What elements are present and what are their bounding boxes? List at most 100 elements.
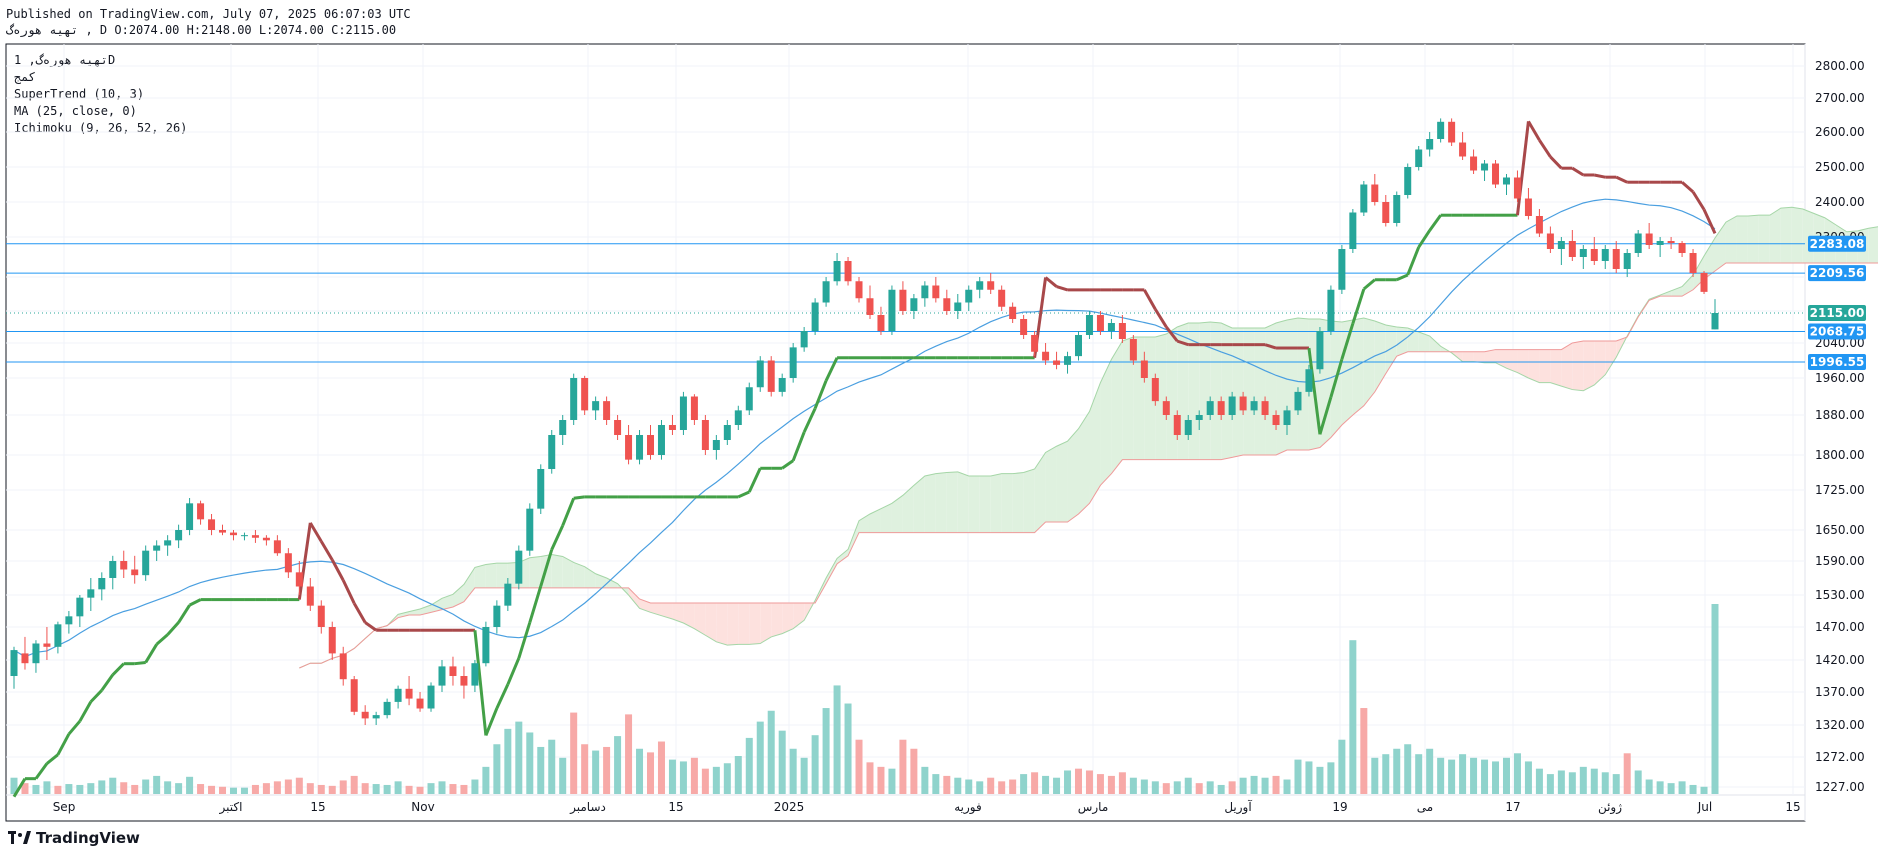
candle[interactable]: [1612, 241, 1620, 273]
candle[interactable]: [932, 277, 940, 303]
candle[interactable]: [954, 294, 962, 319]
candle[interactable]: [120, 550, 128, 578]
candle[interactable]: [1711, 299, 1719, 330]
candle[interactable]: [1470, 149, 1478, 175]
candle[interactable]: [679, 391, 687, 435]
candle[interactable]: [1338, 245, 1346, 294]
candle[interactable]: [976, 277, 984, 299]
candle[interactable]: [657, 420, 665, 460]
candle[interactable]: [701, 415, 709, 455]
candle[interactable]: [1118, 315, 1126, 343]
candle[interactable]: [427, 682, 435, 712]
candle[interactable]: [1360, 181, 1368, 216]
candle[interactable]: [899, 281, 907, 315]
candle[interactable]: [1492, 160, 1500, 188]
candle[interactable]: [350, 676, 358, 716]
candle[interactable]: [273, 535, 281, 556]
candle[interactable]: [1415, 146, 1423, 171]
candle[interactable]: [1382, 195, 1390, 227]
candle[interactable]: [1448, 118, 1456, 146]
candle[interactable]: [581, 375, 589, 415]
candles[interactable]: [10, 118, 1719, 725]
candle[interactable]: [767, 356, 775, 397]
candle[interactable]: [1546, 226, 1554, 254]
candle[interactable]: [1667, 237, 1675, 249]
candle[interactable]: [306, 578, 314, 611]
candle[interactable]: [1009, 302, 1017, 324]
candle[interactable]: [1601, 245, 1609, 269]
candle[interactable]: [1590, 237, 1598, 265]
candle[interactable]: [636, 430, 644, 465]
candle[interactable]: [1524, 188, 1532, 220]
candle[interactable]: [372, 711, 380, 725]
candle[interactable]: [734, 405, 742, 430]
candle[interactable]: [317, 600, 325, 634]
candle[interactable]: [800, 327, 808, 352]
candle[interactable]: [570, 373, 578, 425]
candle[interactable]: [394, 685, 402, 709]
candle[interactable]: [1502, 174, 1510, 195]
candle[interactable]: [603, 396, 611, 426]
candle[interactable]: [844, 257, 852, 286]
candle[interactable]: [987, 273, 995, 294]
candle[interactable]: [756, 356, 764, 392]
candle[interactable]: [76, 595, 84, 627]
candle[interactable]: [526, 503, 534, 556]
candle[interactable]: [1151, 373, 1159, 406]
candle[interactable]: [515, 545, 523, 590]
candle[interactable]: [449, 656, 457, 686]
candle[interactable]: [1064, 351, 1072, 374]
candle[interactable]: [175, 524, 183, 549]
candle[interactable]: [690, 394, 698, 425]
candle[interactable]: [888, 285, 896, 336]
candle[interactable]: [1107, 319, 1115, 339]
candle[interactable]: [1700, 271, 1708, 294]
candle[interactable]: [1053, 351, 1061, 370]
candle[interactable]: [153, 540, 161, 561]
candle[interactable]: [87, 578, 95, 611]
candle[interactable]: [1371, 174, 1379, 206]
candle[interactable]: [251, 530, 259, 543]
candle[interactable]: [1404, 163, 1412, 199]
candle[interactable]: [1393, 191, 1401, 227]
candle[interactable]: [1437, 118, 1445, 143]
candle[interactable]: [1020, 315, 1028, 339]
candle[interactable]: [548, 430, 556, 474]
candle[interactable]: [866, 285, 874, 320]
candle[interactable]: [493, 600, 501, 634]
candle[interactable]: [65, 611, 73, 634]
candle[interactable]: [482, 621, 490, 667]
candle[interactable]: [1085, 311, 1093, 339]
candle[interactable]: [592, 396, 600, 421]
candle[interactable]: [965, 285, 973, 312]
candle[interactable]: [460, 666, 468, 699]
candle[interactable]: [822, 277, 830, 307]
candle[interactable]: [833, 253, 841, 286]
candle[interactable]: [647, 425, 655, 460]
candle[interactable]: [614, 415, 622, 440]
candle[interactable]: [1426, 132, 1434, 157]
candle[interactable]: [1481, 160, 1489, 181]
candle[interactable]: [921, 281, 929, 307]
candle[interactable]: [559, 415, 567, 445]
candle[interactable]: [416, 692, 424, 712]
candle[interactable]: [262, 535, 270, 546]
candle[interactable]: [32, 640, 40, 673]
candle[interactable]: [723, 420, 731, 445]
candle[interactable]: [328, 621, 336, 660]
candle[interactable]: [1678, 241, 1686, 257]
candle[interactable]: [405, 676, 413, 706]
candle[interactable]: [1305, 364, 1313, 397]
candle[interactable]: [284, 548, 292, 578]
time-axis[interactable]: Sep اکتبر 15 Nov دسامبر 15 2025 فوریه مارس آوریل 1…: [53, 799, 1801, 815]
candle[interactable]: [131, 555, 139, 584]
candle[interactable]: [855, 277, 863, 303]
candle[interactable]: [811, 298, 819, 335]
candle[interactable]: [197, 500, 205, 525]
candle[interactable]: [1459, 132, 1467, 160]
price-chart[interactable]: 1227.00 1272.00 1320.00 1370.00 1420.00 1470.…: [0, 0, 1878, 858]
candle[interactable]: [745, 382, 753, 415]
candle[interactable]: [438, 660, 446, 692]
candle[interactable]: [164, 535, 172, 556]
candle[interactable]: [1568, 230, 1576, 261]
